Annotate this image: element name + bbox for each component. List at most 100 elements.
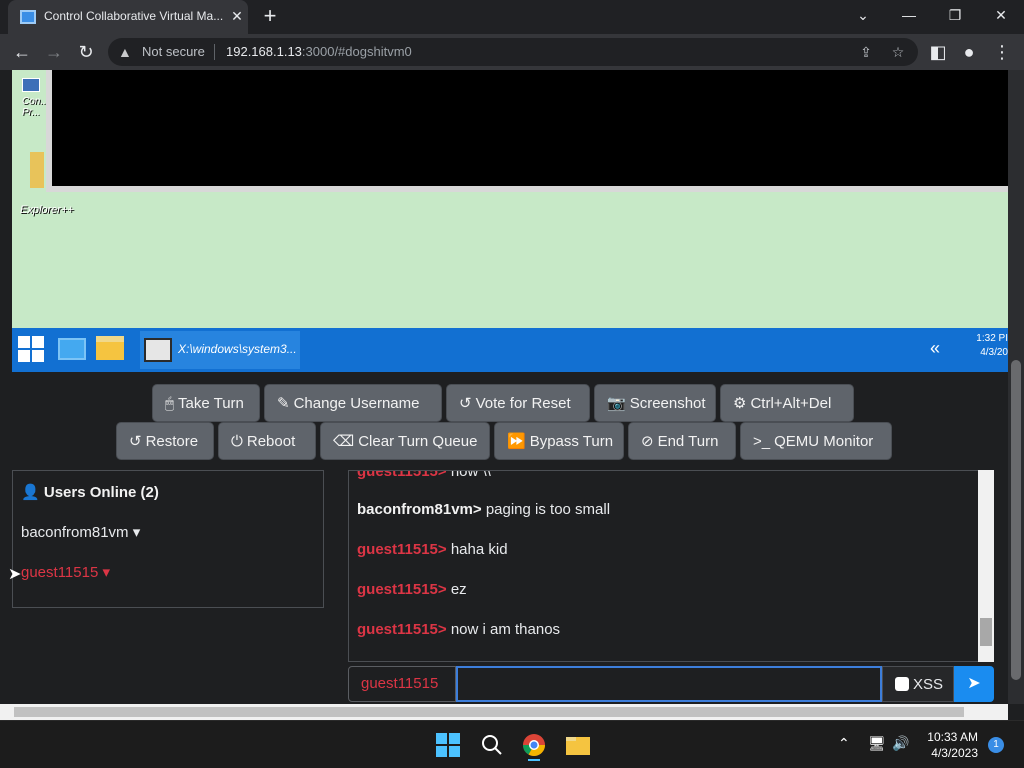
chat-text: haha kid xyxy=(450,541,508,558)
user-item[interactable]: baconfrom81vm ▾ xyxy=(21,523,140,541)
forward-icon[interactable]: → xyxy=(40,38,68,66)
desktop-icon-label: Explorer++ xyxy=(20,204,74,216)
change-username-label: Change Username xyxy=(293,395,420,412)
username: baconfrom81vm xyxy=(21,524,129,541)
close-icon[interactable]: ✕ xyxy=(228,7,246,25)
restore-button[interactable]: ↺ Restore xyxy=(116,422,214,460)
page-scroll-thumb[interactable] xyxy=(1011,360,1021,680)
browser-tab[interactable]: Control Collaborative Virtual Ma... ✕ xyxy=(8,0,248,34)
users-online-panel: 👤 Users Online (2) baconfrom81vm ▾ guest… xyxy=(12,470,324,608)
xss-toggle[interactable]: XSS xyxy=(882,666,954,702)
chevron-left-icon[interactable]: « xyxy=(930,338,940,359)
windows-start-icon[interactable] xyxy=(18,336,44,362)
chat-text: paging is too small xyxy=(485,501,611,518)
mouse-icon: 🖱 xyxy=(165,395,175,412)
share-icon[interactable]: ⇪ xyxy=(856,43,876,61)
desktop-icon[interactable] xyxy=(58,338,86,360)
user-icon: 👤 xyxy=(21,484,40,501)
notification-badge[interactable]: 1 xyxy=(988,737,1004,753)
volume-icon[interactable]: 🔊 xyxy=(892,735,909,752)
vm-taskbar-app[interactable]: X:\windows\system3... xyxy=(140,331,300,369)
page-hscroll-thumb[interactable] xyxy=(14,707,964,717)
chat-message: baconfrom81vm> paging is too small xyxy=(357,501,610,518)
screenshot-label: Screenshot xyxy=(629,395,706,412)
camera-icon: 📷 xyxy=(607,395,626,412)
back-icon[interactable]: ← xyxy=(8,38,36,66)
chat-log[interactable]: guest11515> now \\ baconfrom81vm> paging… xyxy=(348,470,994,662)
url-path: :3000/#dogshitvm0 xyxy=(301,44,412,59)
chat-username: baconfrom81vm xyxy=(357,501,473,518)
chat-arrow: > xyxy=(437,541,451,558)
windows-start-icon[interactable] xyxy=(432,729,464,761)
chat-scroll-thumb[interactable] xyxy=(980,618,992,646)
os-taskbar: ⌃ 🖥 🔊 10:33 AM 4/3/2023 1 xyxy=(0,720,1024,768)
chat-arrow: > xyxy=(437,621,451,638)
bypass-turn-button[interactable]: ⏩ Bypass Turn xyxy=(494,422,624,460)
chat-text: now \\ xyxy=(450,470,491,480)
taskbar-app-label: X:\windows\system3... xyxy=(178,342,297,356)
reboot-label: Reboot xyxy=(246,433,296,450)
clock[interactable]: 10:33 AM 4/3/2023 xyxy=(916,729,978,761)
chrome-icon[interactable] xyxy=(518,729,550,761)
send-button[interactable]: ➤ xyxy=(954,666,994,702)
vm-app-window[interactable] xyxy=(46,70,1008,192)
restore-label: Restore xyxy=(145,433,199,450)
vm-display[interactable]: Con... Pr... Explorer++ xyxy=(12,70,1008,372)
file-explorer-icon[interactable] xyxy=(562,729,594,761)
qemu-monitor-label: QEMU Monitor xyxy=(774,433,874,450)
users-online-title: 👤 Users Online (2) xyxy=(21,483,159,501)
close-window-button[interactable]: ✕ xyxy=(978,0,1024,30)
chat-message: guest11515> haha kid xyxy=(357,541,508,558)
bypass-turn-label: Bypass Turn xyxy=(529,433,614,450)
chevron-up-icon[interactable]: ⌃ xyxy=(838,735,850,752)
restore-icon: ↺ xyxy=(129,433,142,450)
fast-forward-icon: ⏩ xyxy=(507,433,526,450)
network-icon[interactable]: 🖥 xyxy=(868,735,886,752)
screenshot-button[interactable]: 📷 Screenshot xyxy=(594,384,716,422)
chat-arrow: > xyxy=(437,470,451,480)
eraser-icon: ⌫ xyxy=(333,433,355,450)
chat-username: guest11515 xyxy=(357,621,438,638)
tab-search-icon[interactable]: ⌄ xyxy=(840,0,886,30)
side-panel-icon[interactable]: ◧ xyxy=(924,38,952,66)
address-bar[interactable]: ▲ Not secure 192.168.1.13:3000/#dogshitv… xyxy=(108,38,918,66)
vm-clock-date: 4/3/20 xyxy=(980,347,1008,358)
warning-icon[interactable]: ▲ xyxy=(118,44,134,60)
xss-checkbox[interactable] xyxy=(895,677,909,691)
new-tab-button[interactable]: + xyxy=(258,5,282,29)
file-explorer-icon[interactable] xyxy=(96,336,124,360)
page-horizontal-scrollbar[interactable] xyxy=(0,704,1008,720)
chat-text: now i am thanos xyxy=(450,621,561,638)
take-turn-label: Take Turn xyxy=(178,395,244,412)
not-secure-label[interactable]: Not secure xyxy=(142,44,205,59)
qemu-monitor-button[interactable]: >_ QEMU Monitor xyxy=(740,422,892,460)
vote-reset-button[interactable]: ↺ Vote for Reset xyxy=(446,384,590,422)
vm-clock[interactable]: 1:32 PI 4/3/20 xyxy=(968,332,1008,360)
tab-strip: Control Collaborative Virtual Ma... ✕ + … xyxy=(0,0,1024,34)
search-icon[interactable] xyxy=(476,729,508,761)
folder-icon[interactable] xyxy=(30,152,44,188)
restore-window-button[interactable]: ❐ xyxy=(932,0,978,30)
url-text[interactable]: 192.168.1.13:3000/#dogshitvm0 xyxy=(226,44,412,59)
menu-icon[interactable]: ⋮ xyxy=(988,38,1016,66)
ctrl-alt-del-label: Ctrl+Alt+Del xyxy=(750,395,832,412)
page-vertical-scrollbar[interactable] xyxy=(1008,70,1024,704)
end-turn-button[interactable]: ⊘ End Turn xyxy=(628,422,736,460)
ctrl-alt-del-button[interactable]: ⚙ Ctrl+Alt+Del xyxy=(720,384,854,422)
username-display: guest11515 xyxy=(348,666,456,702)
chat-input[interactable] xyxy=(456,666,882,702)
cmd-icon xyxy=(144,338,172,362)
control-panel-icon[interactable] xyxy=(22,78,40,92)
take-turn-button[interactable]: 🖱 Take Turn xyxy=(152,384,260,422)
reboot-button[interactable]: ⏻ Reboot xyxy=(218,422,316,460)
chat-scrollbar[interactable] xyxy=(978,470,994,662)
chat-username: guest11515 xyxy=(357,581,438,598)
clear-turn-queue-button[interactable]: ⌫ Clear Turn Queue xyxy=(320,422,490,460)
minimize-button[interactable]: — xyxy=(886,0,932,30)
reload-icon[interactable]: ↻ xyxy=(72,38,100,66)
star-icon[interactable]: ☆ xyxy=(888,43,908,61)
profile-icon[interactable]: ● xyxy=(955,38,983,66)
user-item[interactable]: guest11515 ▾ xyxy=(21,563,110,581)
change-username-button[interactable]: ✎ Change Username xyxy=(264,384,442,422)
chat-username: guest11515 xyxy=(357,470,438,480)
